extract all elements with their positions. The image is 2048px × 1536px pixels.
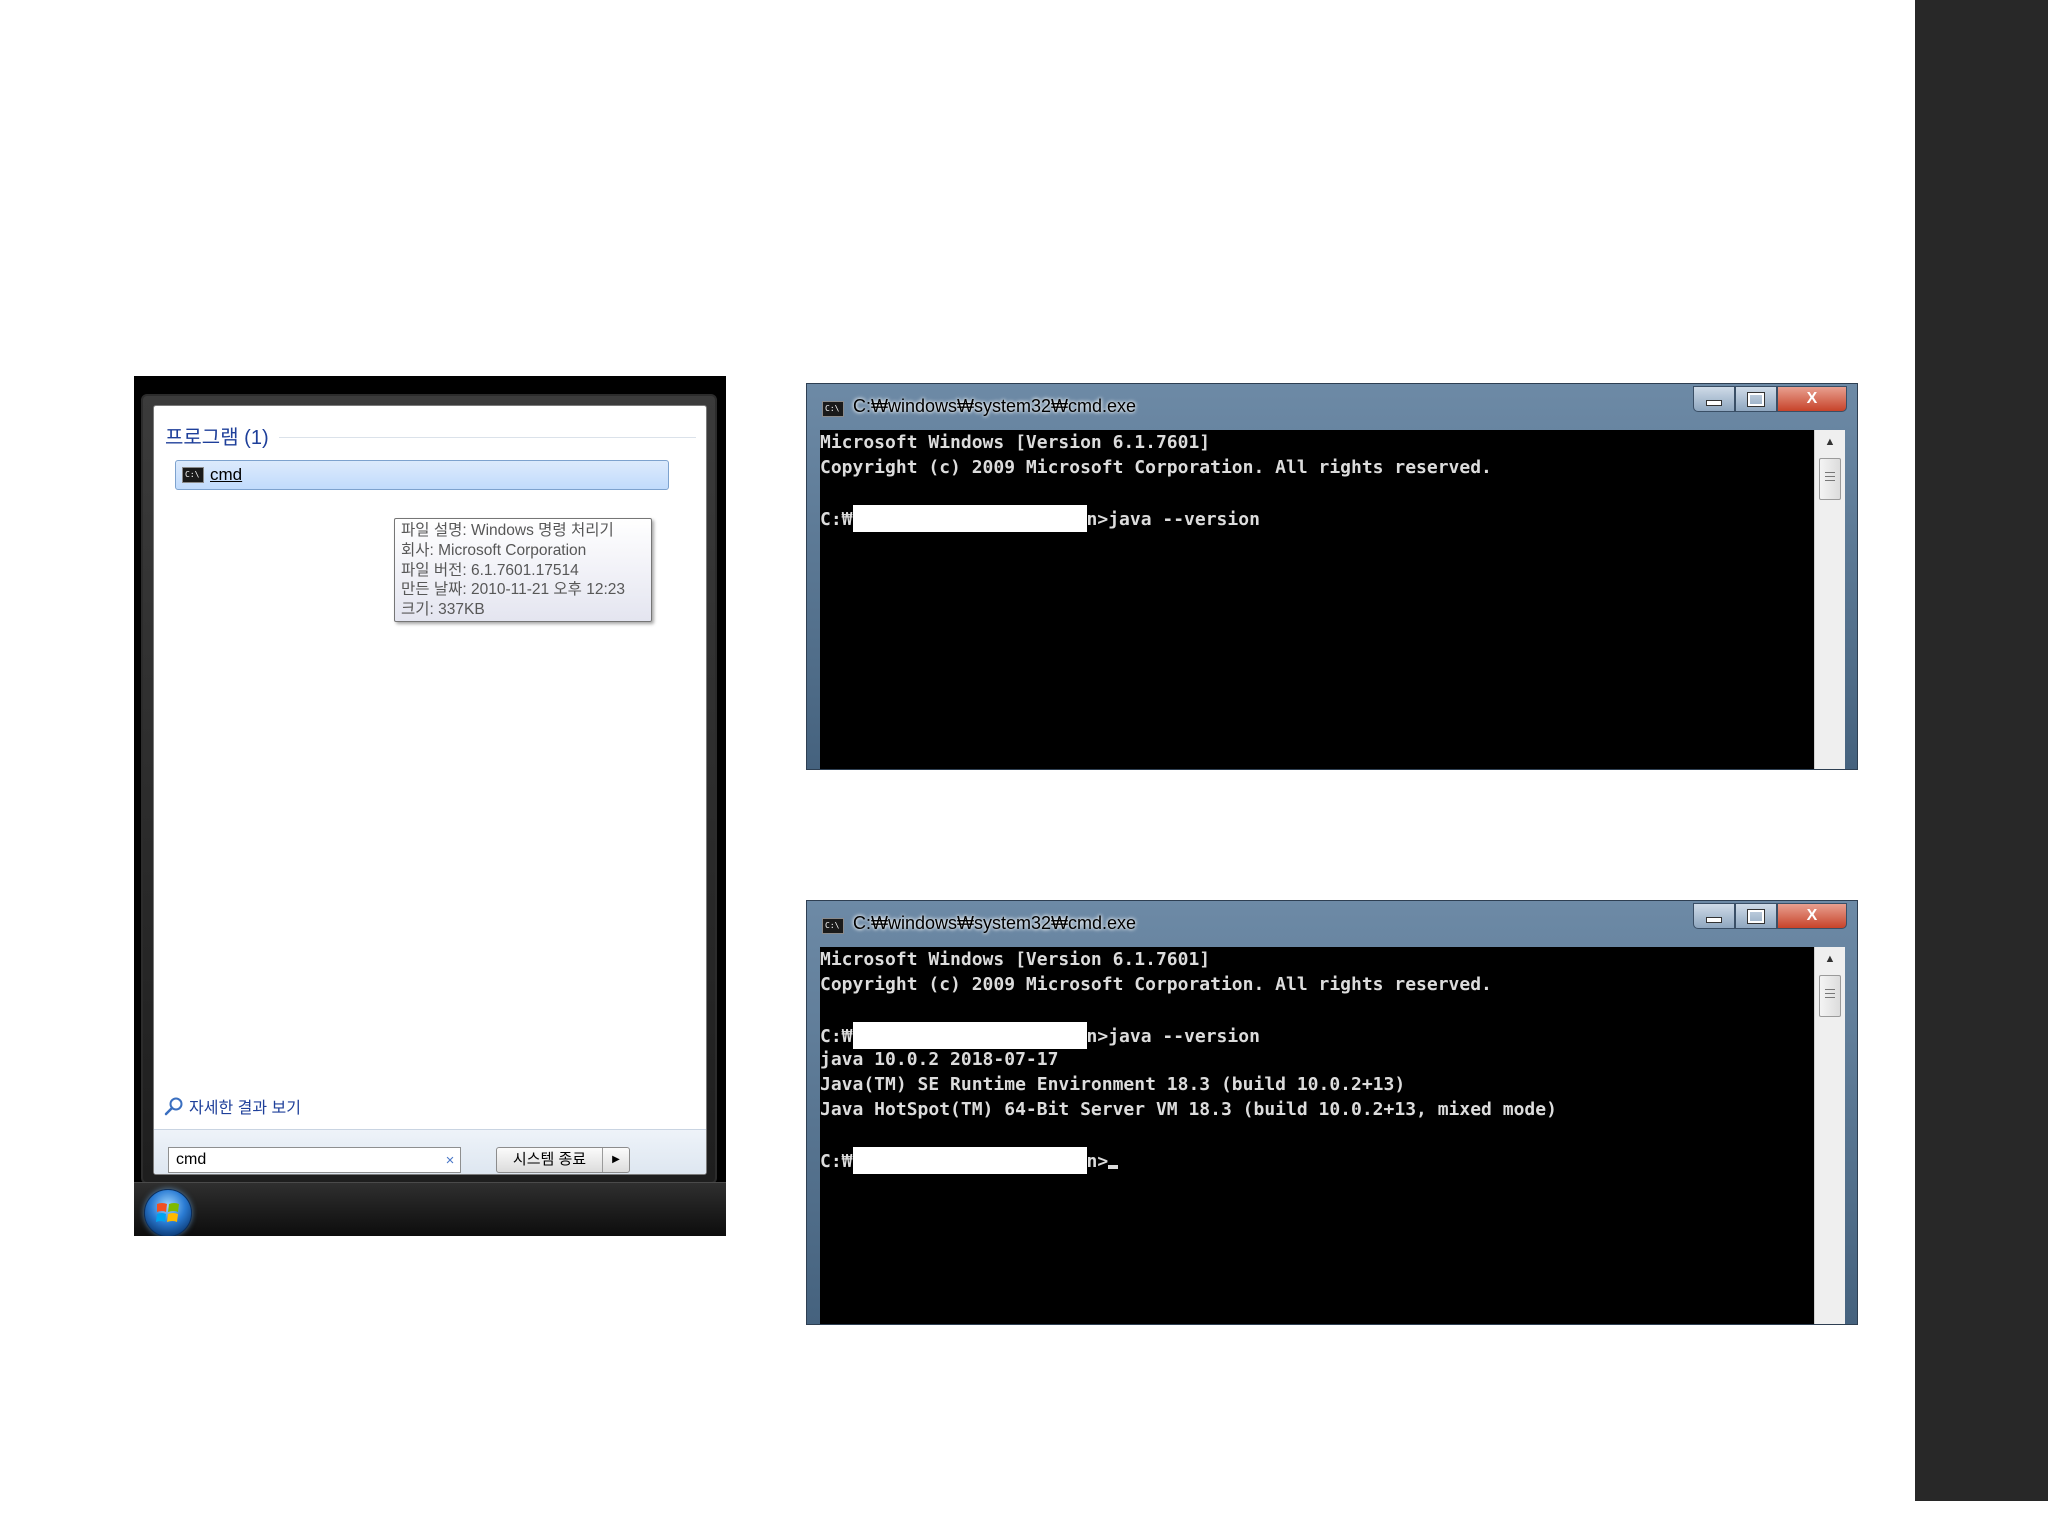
console-prompt-line: C:₩ n>java --version bbox=[820, 1022, 1260, 1049]
maximize-button[interactable] bbox=[1735, 903, 1777, 929]
vertical-scrollbar[interactable]: ▲ bbox=[1814, 430, 1845, 769]
cmd-titlebar: C:₩windows₩system32₩cmd.exe X bbox=[807, 901, 1857, 945]
console-line: Copyright (c) 2009 Microsoft Corporation… bbox=[820, 457, 1492, 478]
scroll-up-arrow-icon[interactable]: ▲ bbox=[1815, 430, 1845, 454]
taskbar bbox=[134, 1182, 726, 1236]
start-search-box: × bbox=[168, 1147, 461, 1173]
shutdown-button-group: 시스템 종료 ▶ bbox=[496, 1147, 630, 1173]
redacted-path bbox=[852, 505, 1087, 532]
prompt-drive: C:₩ bbox=[820, 509, 853, 530]
start-button[interactable] bbox=[144, 1189, 192, 1236]
see-more-results-label: 자세한 결과 보기 bbox=[189, 1100, 301, 1117]
cmd-icon bbox=[822, 401, 844, 417]
cmd-icon bbox=[182, 467, 204, 483]
prompt-command: n> bbox=[1086, 1151, 1109, 1172]
cmd-window-title: C:₩windows₩system32₩cmd.exe bbox=[853, 913, 1137, 933]
console-line: Copyright (c) 2009 Microsoft Corporation… bbox=[820, 974, 1492, 995]
text-cursor bbox=[1108, 1165, 1119, 1169]
redacted-path bbox=[852, 1022, 1087, 1049]
caption-buttons: X bbox=[1693, 386, 1847, 412]
tooltip-line: 크기: 337KB bbox=[401, 601, 485, 619]
clear-search-icon[interactable]: × bbox=[440, 1152, 460, 1169]
minimize-icon bbox=[1706, 400, 1722, 406]
console-line: java 10.0.2 2018-07-17 bbox=[820, 1049, 1059, 1070]
scrollbar-thumb[interactable] bbox=[1819, 458, 1841, 500]
file-info-tooltip: 파일 설명: Windows 명령 처리기 회사: Microsoft Corp… bbox=[394, 518, 652, 622]
maximize-icon bbox=[1747, 908, 1765, 924]
close-icon: X bbox=[1806, 390, 1818, 407]
scrollbar-thumb[interactable] bbox=[1819, 975, 1841, 1017]
start-menu-screenshot: 프로그램 (1) cmd 파일 설명: Windows 명령 처리기 회사: M… bbox=[134, 376, 726, 1236]
search-result-cmd[interactable]: cmd bbox=[175, 460, 669, 490]
close-button[interactable]: X bbox=[1777, 386, 1847, 412]
programs-section-title: 프로그램 (1) bbox=[165, 426, 269, 449]
console-line: Microsoft Windows [Version 6.1.7601] bbox=[820, 949, 1211, 970]
console-prompt-line: C:₩ n>java --version bbox=[820, 505, 1260, 532]
console-line: Microsoft Windows [Version 6.1.7601] bbox=[820, 432, 1211, 453]
see-more-results-link[interactable]: 자세한 결과 보기 bbox=[164, 1094, 301, 1118]
cmd-titlebar: C:₩windows₩system32₩cmd.exe X bbox=[807, 384, 1857, 428]
cmd-window-title: C:₩windows₩system32₩cmd.exe bbox=[853, 396, 1137, 416]
windows-logo-icon bbox=[156, 1203, 179, 1222]
tooltip-line: 파일 버전: 6.1.7601.17514 bbox=[401, 561, 579, 579]
minimize-button[interactable] bbox=[1693, 386, 1735, 412]
vertical-scrollbar[interactable]: ▲ bbox=[1814, 947, 1845, 1324]
tooltip-line: 파일 설명: Windows 명령 처리기 bbox=[401, 522, 614, 539]
cmd-window-before: C:₩windows₩system32₩cmd.exe X Microsoft … bbox=[806, 383, 1858, 770]
cmd-window-after: C:₩windows₩system32₩cmd.exe X Microsoft … bbox=[806, 900, 1858, 1325]
programs-section-header: 프로그램 (1) bbox=[165, 422, 696, 449]
minimize-button[interactable] bbox=[1693, 903, 1735, 929]
scroll-up-arrow-icon[interactable]: ▲ bbox=[1815, 947, 1845, 971]
shutdown-button[interactable]: 시스템 종료 bbox=[497, 1148, 603, 1172]
prompt-drive: C:₩ bbox=[820, 1026, 853, 1047]
console-output[interactable]: Microsoft Windows [Version 6.1.7601] Cop… bbox=[820, 430, 1815, 769]
tooltip-line: 회사: Microsoft Corporation bbox=[401, 541, 587, 559]
search-result-label: cmd bbox=[210, 465, 243, 484]
section-divider bbox=[278, 436, 696, 438]
close-button[interactable]: X bbox=[1777, 903, 1847, 929]
console-prompt-line: C:₩ n> bbox=[820, 1147, 1119, 1174]
prompt-command: n>java --version bbox=[1086, 509, 1260, 530]
maximize-button[interactable] bbox=[1735, 386, 1777, 412]
start-menu-bottom-bar: × 시스템 종료 ▶ bbox=[154, 1129, 706, 1174]
prompt-drive: C:₩ bbox=[820, 1151, 853, 1172]
console-line: Java HotSpot(TM) 64-Bit Server VM 18.3 (… bbox=[820, 1099, 1557, 1120]
slide-side-bar bbox=[1915, 0, 2048, 1501]
search-icon bbox=[164, 1097, 183, 1116]
prompt-command: n>java --version bbox=[1086, 1026, 1260, 1047]
start-menu-frame: 프로그램 (1) cmd 파일 설명: Windows 명령 처리기 회사: M… bbox=[141, 394, 717, 1184]
start-search-input[interactable] bbox=[176, 1151, 440, 1169]
redacted-path bbox=[852, 1147, 1087, 1174]
start-menu-panel: 프로그램 (1) cmd 파일 설명: Windows 명령 처리기 회사: M… bbox=[153, 405, 707, 1175]
cmd-icon bbox=[822, 918, 844, 934]
console-output[interactable]: Microsoft Windows [Version 6.1.7601] Cop… bbox=[820, 947, 1815, 1324]
close-icon: X bbox=[1806, 907, 1818, 924]
console-line: Java(TM) SE Runtime Environment 18.3 (bu… bbox=[820, 1074, 1406, 1095]
shutdown-options-arrow-icon[interactable]: ▶ bbox=[603, 1148, 629, 1172]
caption-buttons: X bbox=[1693, 903, 1847, 929]
tooltip-line: 만든 날짜: 2010-11-21 오후 12:23 bbox=[401, 581, 626, 599]
maximize-icon bbox=[1747, 391, 1765, 407]
minimize-icon bbox=[1706, 917, 1722, 923]
